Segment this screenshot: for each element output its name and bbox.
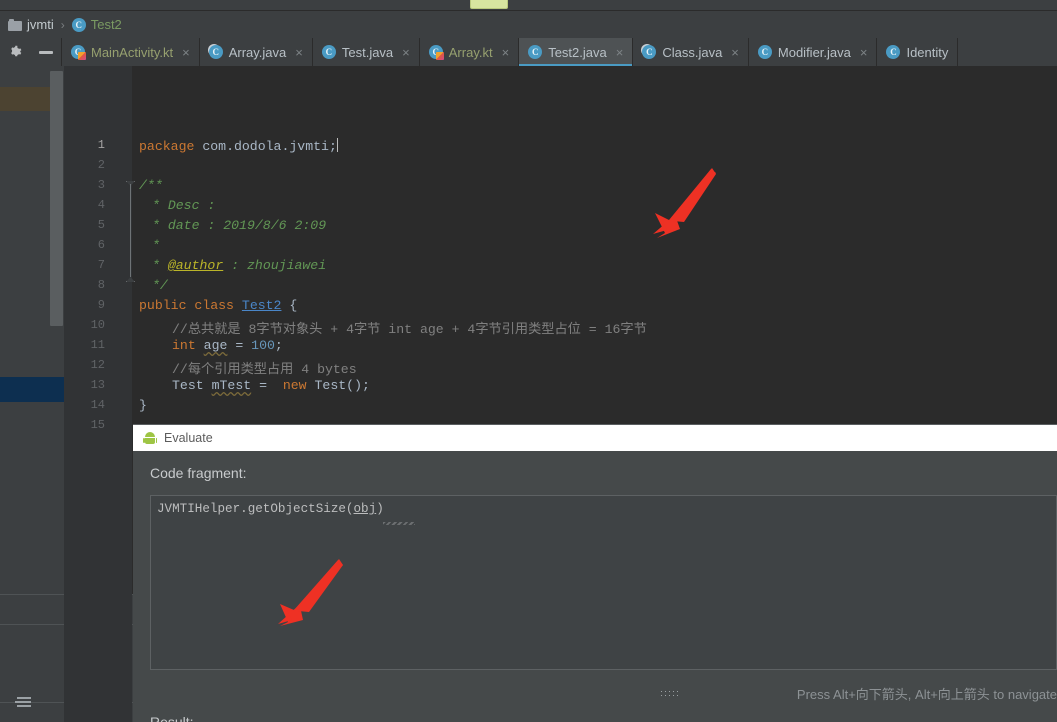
- text-caret: [336, 138, 338, 152]
- tab-array-kt[interactable]: C Array.kt ×: [419, 38, 520, 66]
- navigate-hint: Press Alt+向下箭头, Alt+向上箭头 to navigate: [796, 687, 1057, 702]
- evaluate-dialog-body: Code fragment: JVMTIHelper.getObjectSize…: [133, 451, 1057, 722]
- code-line-8: */: [152, 278, 168, 293]
- folder-icon: [8, 18, 22, 31]
- java-class-icon: C: [321, 45, 336, 59]
- close-icon[interactable]: ×: [182, 45, 190, 60]
- tab-identity[interactable]: C Identity: [877, 38, 959, 66]
- evaluate-dialog: Evaluate Code fragment: JVMTIHelper.getO…: [133, 424, 1057, 722]
- breadcrumb-class-label: Test2: [90, 17, 122, 32]
- java-class-icon: C: [886, 45, 901, 59]
- line-number: 5: [97, 218, 105, 232]
- result-label: Result:: [150, 714, 194, 722]
- code-line-4: * Desc :: [152, 198, 216, 213]
- code-line-11: int age = 100;: [172, 338, 283, 353]
- fold-region-line: [130, 184, 131, 277]
- code-line-5: * date : 2019/8/6 2:09: [152, 218, 327, 233]
- java-class-icon: C: [757, 45, 772, 59]
- code-line-9: public class Test2 {: [139, 298, 298, 313]
- line-number: 3: [97, 178, 105, 192]
- code-fragment-label: Code fragment:: [150, 465, 247, 481]
- java-class-icon: C: [528, 45, 543, 59]
- breadcrumb-separator: ›: [60, 17, 65, 32]
- line-number: 10: [90, 318, 105, 332]
- tab-test2-java[interactable]: C Test2.java ×: [519, 38, 634, 66]
- code-text[interactable]: package com.dodola.jvmti; /** * Desc : *…: [132, 66, 1057, 426]
- line-number: 1: [97, 138, 105, 152]
- close-icon[interactable]: ×: [402, 45, 410, 60]
- editor-gutter: 1 2 3 4 5 6 7 8 9 10 11 12 13 14 15: [64, 66, 135, 722]
- line-number: 7: [97, 258, 105, 272]
- code-line-3: /**: [139, 178, 163, 193]
- resize-grip[interactable]: [661, 691, 683, 697]
- tab-test-java[interactable]: C Test.java ×: [312, 38, 420, 66]
- code-fragment-text: JVMTIHelper.getObjectSize(obj): [157, 502, 384, 516]
- evaluate-dialog-title: Evaluate: [164, 431, 213, 445]
- ide-window: jvmti › C Test2 C MainActivity.kt × C Array.…: [0, 0, 1057, 722]
- line-number: 6: [97, 238, 105, 252]
- tab-list: C MainActivity.kt × C Array.java × C Test.java ×…: [62, 38, 1057, 66]
- tab-label: Class.java: [662, 44, 723, 60]
- list-lines-icon[interactable]: [12, 694, 32, 710]
- code-line-14: }: [139, 398, 147, 413]
- code-line-10: //总共就是 8字节对象头 + 4字节 int age + 4字节引用类型占位 …: [172, 322, 647, 337]
- breadcrumb-item-class[interactable]: C Test2: [71, 17, 122, 32]
- line-number: 4: [97, 198, 105, 212]
- editor-scrollbar-thumb[interactable]: [50, 71, 63, 326]
- close-icon[interactable]: ×: [295, 45, 303, 60]
- line-number: 11: [90, 338, 105, 352]
- left-strip-selected-row: [0, 377, 64, 402]
- line-number: 12: [90, 358, 105, 372]
- kotlin-file-icon: C: [428, 45, 444, 60]
- code-fragment-arg: obj: [353, 502, 377, 516]
- line-number: 13: [90, 378, 105, 392]
- close-icon[interactable]: ×: [502, 45, 510, 60]
- tab-array-java[interactable]: C Array.java ×: [199, 38, 313, 66]
- tab-bar-tools: [0, 38, 62, 66]
- tab-label: Array.kt: [448, 44, 493, 60]
- close-icon[interactable]: ×: [860, 45, 868, 60]
- tab-mainactivity-kt[interactable]: C MainActivity.kt ×: [62, 38, 200, 66]
- class-icon: C: [71, 17, 86, 32]
- top-tab-fragment[interactable]: [470, 0, 508, 9]
- tab-label: MainActivity.kt: [91, 44, 174, 60]
- gear-icon[interactable]: [8, 45, 22, 59]
- tab-modifier-java[interactable]: C Modifier.java ×: [748, 38, 878, 66]
- close-icon[interactable]: ×: [616, 45, 624, 60]
- inspection-squiggle: [383, 522, 415, 525]
- code-line-1: package com.dodola.jvmti;: [139, 138, 338, 154]
- code-line-7: * @author : zhoujiawei: [152, 258, 327, 273]
- android-robot-icon: [143, 432, 157, 444]
- java-class-icon: C: [642, 45, 657, 59]
- kotlin-file-icon: C: [71, 45, 86, 60]
- java-class-icon: C: [208, 45, 223, 59]
- line-number: 9: [97, 298, 105, 312]
- window-top-strip: [0, 0, 1057, 11]
- editor-tab-bar: C MainActivity.kt × C Array.java × C Test.java ×…: [0, 38, 1057, 66]
- tab-label: Array.java: [228, 44, 287, 60]
- code-line-6: *: [152, 238, 160, 253]
- breadcrumb: jvmti › C Test2: [0, 11, 1057, 38]
- line-number: 15: [90, 418, 105, 432]
- tab-label: Modifier.java: [777, 44, 851, 60]
- tab-label: Identity: [906, 44, 949, 60]
- close-icon[interactable]: ×: [731, 45, 739, 60]
- left-strip-highlight: [0, 87, 50, 111]
- evaluate-dialog-titlebar: Evaluate: [133, 425, 1057, 451]
- line-number: 8: [97, 278, 105, 292]
- breadcrumb-folder-label: jvmti: [27, 17, 54, 32]
- editor-area: 1 2 3 4 5 6 7 8 9 10 11 12 13 14 15 package com.dodola…: [0, 66, 1057, 722]
- tab-label: Test2.java: [548, 44, 607, 60]
- tab-label: Test.java: [341, 44, 394, 60]
- code-fragment-input[interactable]: JVMTIHelper.getObjectSize(obj): [150, 495, 1057, 670]
- minimize-icon[interactable]: [38, 50, 53, 54]
- code-line-13: Test mTest = new Test();: [172, 378, 370, 393]
- line-number: 2: [97, 158, 105, 172]
- tab-class-java[interactable]: C Class.java ×: [633, 38, 749, 66]
- code-line-12: //每个引用类型占用 4 bytes: [172, 362, 357, 377]
- breadcrumb-item-folder[interactable]: jvmti: [8, 17, 54, 32]
- line-number: 14: [90, 398, 105, 412]
